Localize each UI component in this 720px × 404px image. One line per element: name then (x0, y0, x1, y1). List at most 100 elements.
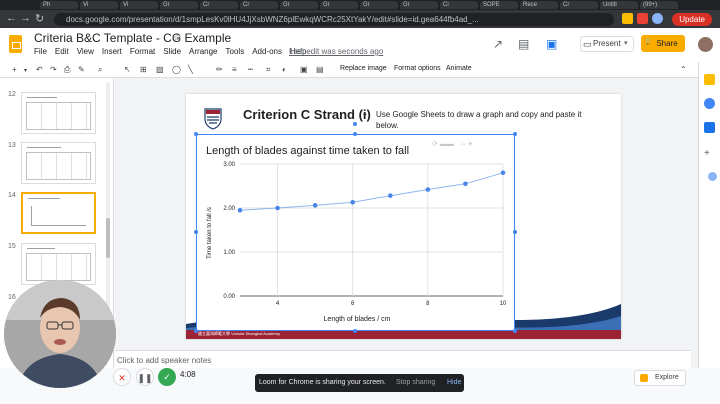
rotate-handle[interactable] (353, 122, 357, 126)
select-icon[interactable]: ↖ (124, 65, 131, 74)
avatar[interactable] (697, 36, 714, 53)
menu-view[interactable]: View (77, 47, 94, 56)
star-icon[interactable]: ☆ (172, 31, 182, 44)
forward-icon[interactable]: → (20, 12, 31, 24)
browser-tab[interactable]: Vi (80, 1, 118, 9)
resize-handle[interactable] (194, 329, 198, 333)
browser-tab[interactable]: Rece (520, 1, 558, 9)
explore-button[interactable]: Explore (634, 370, 686, 386)
menu-file[interactable]: File (34, 47, 47, 56)
paint-format-icon[interactable]: ✎ (78, 65, 85, 74)
browser-tab[interactable]: Untitl (600, 1, 638, 9)
border-dash-icon[interactable]: ┅ (248, 65, 253, 74)
menu-format[interactable]: Format (130, 47, 155, 56)
browser-tab[interactable]: Gr (160, 1, 198, 9)
comments-icon[interactable]: ▤ (518, 37, 529, 51)
browser-tab[interactable]: Gr (360, 1, 398, 9)
browser-tab[interactable]: Vi (120, 1, 158, 9)
slide-thumbnail-selected[interactable] (21, 192, 96, 234)
speaker-notes[interactable]: Click to add speaker notes (115, 350, 691, 368)
embedded-chart[interactable]: Length of blades against time taken to f… (196, 134, 515, 331)
browser-tab[interactable]: Cr (240, 1, 278, 9)
calendar-icon[interactable] (704, 122, 715, 133)
extension-icon[interactable] (637, 13, 648, 24)
menu-arrange[interactable]: Arrange (189, 47, 217, 56)
hide-button[interactable]: Hide (447, 379, 461, 386)
line-icon[interactable]: ╲ (188, 65, 193, 74)
last-edit-link[interactable]: Last edit was seconds ago (289, 47, 383, 56)
mask-icon[interactable]: ◐ (282, 65, 287, 74)
lightbulb-icon[interactable] (708, 172, 717, 181)
slide-thumbnail[interactable] (21, 92, 96, 134)
back-icon[interactable]: ← (6, 12, 17, 24)
menu-add-ons[interactable]: Add-ons (252, 47, 282, 56)
browser-tab[interactable]: Gr (320, 1, 358, 9)
resize-handle[interactable] (513, 329, 517, 333)
browser-tab[interactable]: Cr (200, 1, 238, 9)
crop-icon[interactable]: ⌗ (266, 65, 271, 75)
chart-link-options[interactable]: ⟳ ▬▬ ⇔ ▾ (432, 140, 510, 153)
format-options-button[interactable]: Format options (394, 65, 441, 72)
finish-recording-button[interactable]: ✓ (158, 368, 176, 386)
slide-thumbnail[interactable] (21, 243, 96, 285)
undo-icon[interactable]: ↶ (36, 65, 43, 74)
meet-icon[interactable]: ▣ (546, 37, 557, 51)
redo-icon[interactable]: ↷ (50, 65, 57, 74)
browser-tab[interactable]: (99+) (640, 1, 678, 9)
chevron-down-icon[interactable]: ▾ (24, 67, 27, 74)
slide-title[interactable]: Criterion C Strand (i) (243, 107, 371, 122)
image-icon[interactable]: ▨ (156, 65, 164, 74)
status-strip (0, 392, 300, 398)
replace-image-button[interactable]: Replace image (340, 65, 387, 72)
webcam-bubble[interactable] (4, 280, 116, 388)
browser-tab[interactable]: SOPE (480, 1, 518, 9)
speaker-notes-placeholder[interactable]: Click to add speaker notes (117, 356, 211, 365)
browser-tab[interactable]: Ci (440, 1, 478, 9)
shape-icon[interactable]: ◯ (172, 65, 181, 74)
resize-handle[interactable] (194, 230, 198, 234)
resize-handle[interactable] (513, 230, 517, 234)
pen-icon[interactable]: ✏ (216, 65, 223, 74)
reset-image-icon[interactable]: ▣ (300, 65, 308, 74)
menu-edit[interactable]: Edit (55, 47, 69, 56)
text-box-icon[interactable]: ⊞ (140, 65, 147, 74)
format-image-icon[interactable]: ▤ (316, 65, 324, 74)
profile-icon[interactable] (652, 13, 663, 24)
canvas-scrollbar[interactable] (691, 78, 698, 368)
pause-button[interactable]: ❚❚ (136, 368, 154, 386)
share-button[interactable]: Share (641, 35, 685, 52)
add-on-icon[interactable]: + (704, 148, 715, 159)
new-slide-icon[interactable]: + (12, 65, 17, 74)
keep-icon[interactable] (704, 74, 715, 85)
reload-icon[interactable]: ↻ (35, 12, 44, 25)
slide-thumbnail[interactable] (21, 142, 96, 184)
chevron-down-icon[interactable]: ▾ (624, 36, 634, 52)
slide-subtitle[interactable]: Use Google Sheets to draw a graph and co… (376, 109, 586, 131)
activity-icon[interactable]: ↗ (493, 37, 503, 51)
browser-tab[interactable]: Ph (40, 1, 78, 9)
zoom-icon[interactable]: ⌕ (98, 65, 102, 75)
browser-tab[interactable]: Cr (560, 1, 598, 9)
update-button[interactable]: Update (672, 13, 712, 26)
print-icon[interactable]: ⎙ (64, 65, 70, 75)
extension-icon[interactable] (622, 13, 633, 24)
menu-tools[interactable]: Tools (226, 47, 245, 56)
browser-tab[interactable]: Gr (400, 1, 438, 9)
filmstrip-scrollbar[interactable] (106, 82, 110, 322)
resize-handle[interactable] (513, 132, 517, 136)
delete-recording-button[interactable]: ✕ (113, 368, 131, 386)
resize-handle[interactable] (353, 329, 357, 333)
resize-handle[interactable] (353, 132, 357, 136)
menu-slide[interactable]: Slide (163, 47, 181, 56)
stop-sharing-button[interactable]: Stop sharing (396, 379, 435, 386)
doc-title[interactable]: Criteria B&C Template - CG Example (34, 31, 231, 45)
tasks-icon[interactable] (704, 98, 715, 109)
address-bar[interactable]: docs.google.com/presentation/d/1smpLesKv… (54, 13, 614, 26)
menu-insert[interactable]: Insert (102, 47, 122, 56)
browser-tab[interactable]: Gr (280, 1, 318, 9)
animate-button[interactable]: Animate (446, 65, 472, 72)
slides-logo-icon[interactable] (9, 35, 22, 53)
border-weight-icon[interactable]: ≡ (232, 65, 237, 74)
collapse-toolbar-icon[interactable]: ⌃ (680, 65, 687, 74)
resize-handle[interactable] (194, 132, 198, 136)
